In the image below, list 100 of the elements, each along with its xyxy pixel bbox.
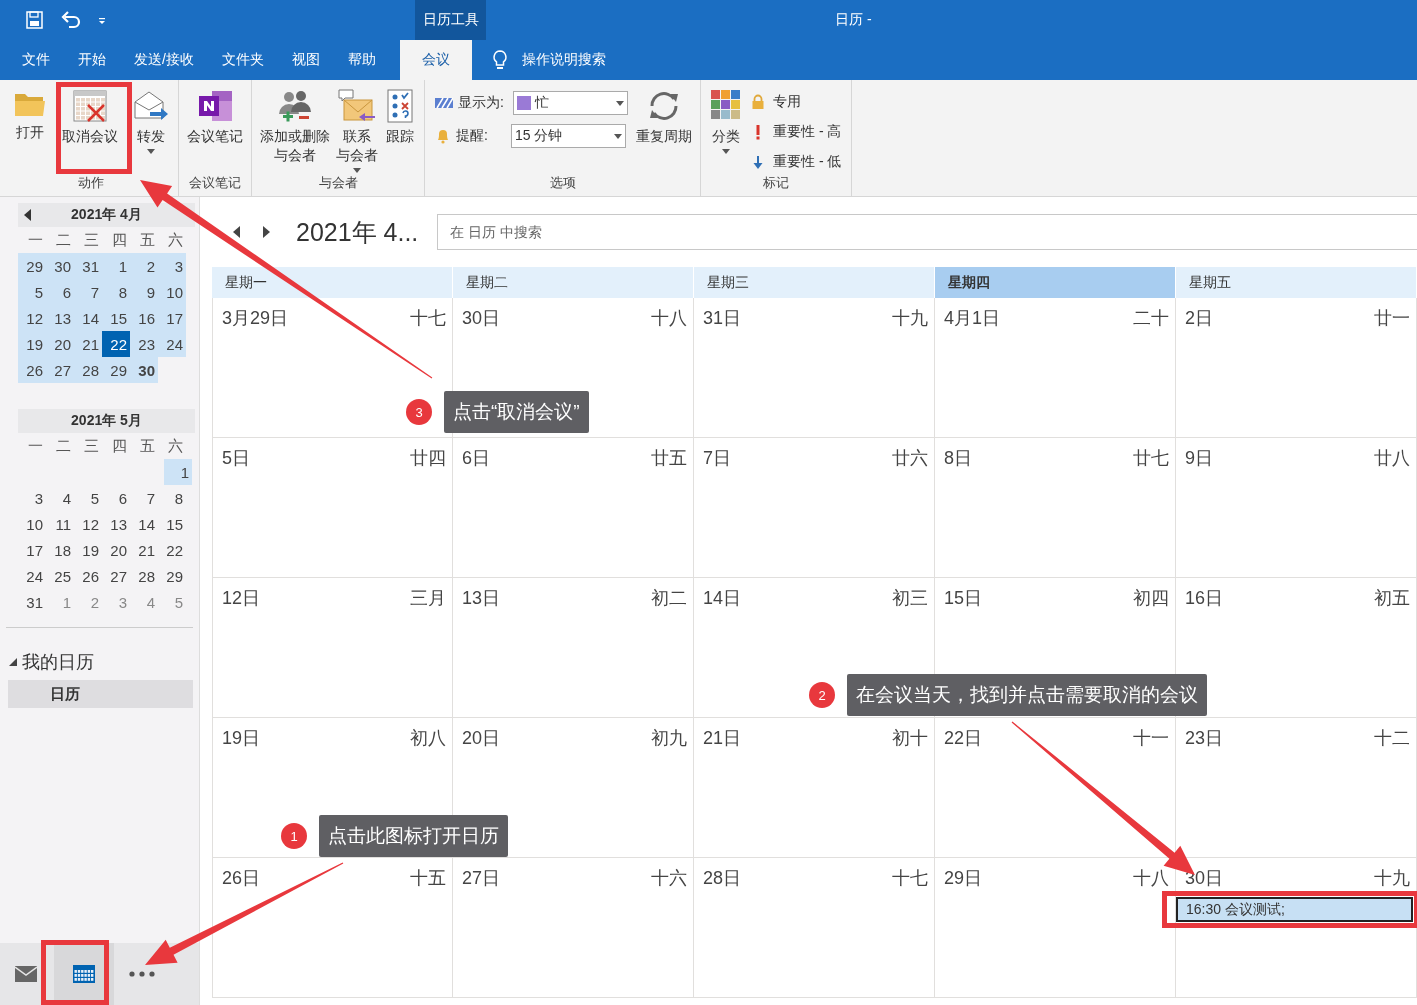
date-cell[interactable]: 13 (46, 305, 74, 331)
tell-me-search[interactable]: 操作说明搜索 (521, 51, 606, 69)
date-cell[interactable]: 11 (46, 511, 74, 537)
weekday-header: 星期一 (212, 267, 453, 298)
date-cell[interactable]: 28 (130, 563, 158, 589)
date-cell[interactable]: 15 (158, 511, 186, 537)
calendar-cancel-icon (71, 88, 109, 124)
calendar-event[interactable]: 16:30 会议测试; (1176, 897, 1413, 922)
date-cell[interactable]: 26 (18, 357, 46, 383)
ribbon-group-label: 动作 (77, 174, 105, 192)
ribbon-tab[interactable]: 开始 (64, 40, 120, 80)
date-cell[interactable]: 17 (18, 537, 46, 563)
ribbon-button[interactable]: 转发 (130, 86, 172, 156)
date-cell[interactable]: 2 (130, 253, 158, 279)
date-cell[interactable]: 29 (18, 253, 46, 279)
ribbon-tab[interactable]: 文件夹 (207, 40, 278, 80)
lunar-date: 十八 (1133, 867, 1169, 890)
date-cell[interactable]: 24 (18, 563, 46, 589)
lunar-date: 十九 (1374, 867, 1410, 890)
calendar-folder-item[interactable]: 日历 (8, 680, 193, 708)
date-cell[interactable]: 1 (102, 253, 130, 279)
date-cell[interactable]: 16 (130, 305, 158, 331)
date-cell[interactable]: 19 (74, 537, 102, 563)
date-cell[interactable]: 7 (74, 279, 102, 305)
date-cell[interactable]: 13 (102, 511, 130, 537)
ribbon-small-button[interactable]: 重要性 - 低 (751, 148, 842, 175)
expanded-triangle-icon[interactable] (8, 657, 18, 667)
date-cell[interactable]: 6 (46, 279, 74, 305)
ribbon-tab[interactable]: 发送/接收 (120, 40, 208, 80)
day-number: 26日 (222, 867, 261, 890)
date-cell[interactable]: 8 (102, 279, 130, 305)
dropdown-field[interactable]: 15 分钟 (511, 124, 626, 148)
date-cell[interactable]: 4 (46, 485, 74, 511)
date-cell[interactable]: 21 (74, 331, 102, 357)
date-cell[interactable]: 10 (18, 511, 46, 537)
date-cell[interactable]: 30 (46, 253, 74, 279)
dropdown-field[interactable]: 忙 (513, 91, 628, 115)
date-cell[interactable]: 3 (158, 253, 186, 279)
ribbon-tab[interactable]: 文件 (8, 40, 64, 80)
previous-month-icon[interactable] (24, 209, 32, 221)
ribbon-button[interactable]: 联系 与会者 (334, 86, 380, 175)
highlight-box (41, 940, 109, 1005)
ribbon-button[interactable]: 打开 (10, 86, 50, 144)
next-icon[interactable] (261, 225, 271, 239)
ribbon-tab[interactable]: 帮助 (333, 40, 390, 80)
folder-group-label[interactable]: 我的日历 (22, 650, 94, 674)
ribbon-tab[interactable]: 视图 (277, 40, 334, 80)
date-cell[interactable]: 27 (102, 563, 130, 589)
date-cell[interactable]: 14 (130, 511, 158, 537)
checklist-icon (384, 88, 416, 124)
day-number: 4月1日 (944, 307, 1001, 330)
date-cell[interactable]: 14 (74, 305, 102, 331)
lunar-date: 初八 (410, 727, 446, 750)
date-cell[interactable]: 28 (74, 357, 102, 383)
date-cell[interactable]: 23 (130, 331, 158, 357)
context-tab-label: 日历工具 (415, 0, 486, 40)
date-cell[interactable]: 9 (130, 279, 158, 305)
date-cell[interactable]: 26 (74, 563, 102, 589)
date-cell[interactable]: 10 (158, 279, 186, 305)
date-cell[interactable]: 5 (18, 279, 46, 305)
ribbon-button[interactable]: 添加或删除 与会者 (258, 86, 332, 167)
ribbon-button[interactable]: 会议笔记 (185, 86, 245, 148)
ribbon-button[interactable]: 重复周期 (634, 86, 694, 148)
ribbon-button[interactable]: 取消会议 (60, 86, 120, 148)
ribbon-button[interactable]: 分类 (707, 86, 745, 156)
save-icon[interactable] (24, 9, 46, 31)
date-cell[interactable]: 29 (102, 357, 130, 383)
ribbon-small-button[interactable]: 专用 (751, 88, 842, 115)
date-cell[interactable]: 24 (158, 331, 186, 357)
date-cell[interactable]: 21 (130, 537, 158, 563)
date-cell[interactable]: 17 (158, 305, 186, 331)
undo-icon[interactable] (60, 9, 82, 31)
date-cell[interactable]: 8 (158, 485, 186, 511)
date-cell[interactable]: 5 (74, 485, 102, 511)
search-field[interactable]: 在 日历 中搜索 (437, 214, 1417, 250)
date-cell[interactable]: 20 (46, 331, 74, 357)
previous-icon[interactable] (232, 225, 242, 239)
date-cell[interactable]: 1 (164, 459, 192, 485)
date-cell[interactable]: 22 (158, 537, 186, 563)
date-cell[interactable]: 31 (74, 253, 102, 279)
notes-app-icon (196, 88, 234, 124)
ribbon-tab[interactable]: 会议 (399, 40, 472, 80)
date-cell[interactable]: 12 (18, 305, 46, 331)
date-cell[interactable]: 12 (74, 511, 102, 537)
date-cell[interactable]: 6 (102, 485, 130, 511)
date-cell[interactable]: 7 (130, 485, 158, 511)
ribbon-button[interactable]: 跟踪 (382, 86, 418, 148)
date-cell[interactable]: 27 (46, 357, 74, 383)
date-cell[interactable]: 3 (18, 485, 46, 511)
date-cell[interactable]: 22 (102, 331, 130, 357)
date-cell[interactable]: 18 (46, 537, 74, 563)
ribbon-small-button[interactable]: 重要性 - 高 (751, 118, 842, 145)
date-cell[interactable]: 29 (158, 563, 186, 589)
date-cell[interactable]: 20 (102, 537, 130, 563)
date-cell[interactable]: 19 (18, 331, 46, 357)
date-cell[interactable]: 15 (102, 305, 130, 331)
date-cell[interactable]: 30 (130, 357, 158, 383)
date-cell[interactable]: 31 (18, 589, 46, 615)
date-cell[interactable]: 25 (46, 563, 74, 589)
weekday-label: 五 (139, 229, 156, 250)
